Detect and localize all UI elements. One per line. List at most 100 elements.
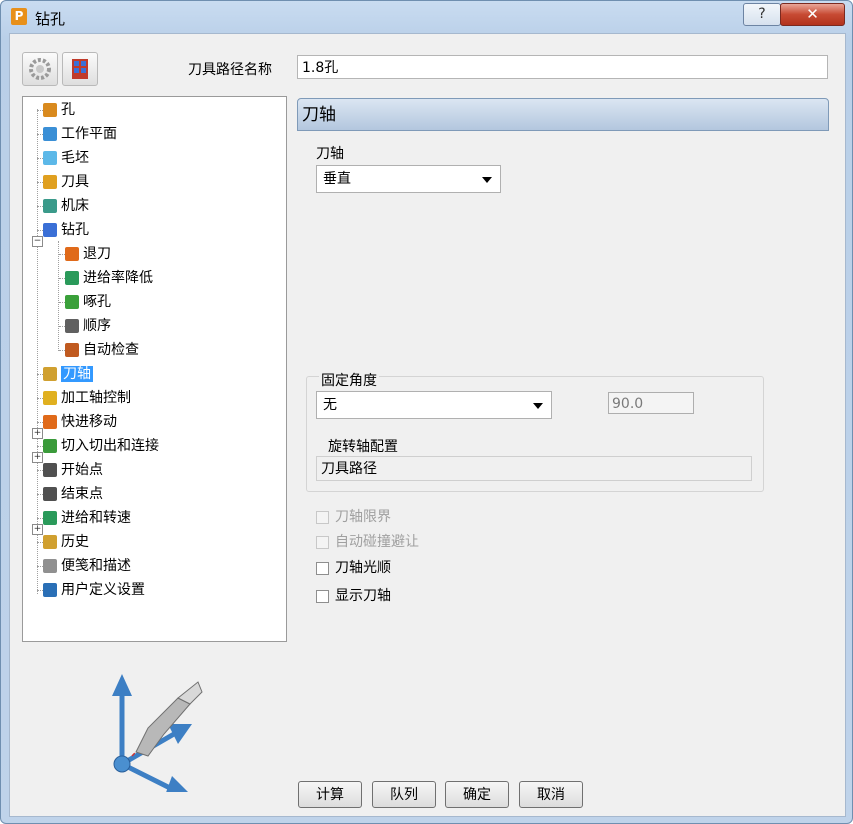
fixed-angle-label: 固定角度	[319, 370, 379, 390]
tool-axis-icon	[43, 367, 57, 381]
expander-drilling[interactable]: −	[32, 236, 43, 247]
chevron-down-icon	[482, 177, 492, 183]
toolpath-name-input[interactable]: 1.8孔	[297, 55, 828, 79]
tree-item-label: 工作平面	[61, 126, 117, 142]
tree-item-retract[interactable]: 退刀	[65, 243, 111, 265]
window-title: 钻孔	[35, 10, 66, 28]
peck-icon	[65, 295, 79, 309]
fixed-angle-value: 无	[323, 397, 337, 413]
close-button[interactable]: ✕	[780, 3, 845, 26]
dialog-body: 刀具路径名称 1.8孔 − + + + 孔工作平面 毛坯 刀具 机床 钻孔 退刀 进给率降低…	[9, 33, 846, 817]
tree-item-leads-links[interactable]: 切入切出和连接	[43, 435, 159, 457]
checkbox-label: 刀轴限界	[335, 509, 391, 525]
expander-leads-links[interactable]: +	[32, 452, 43, 463]
tree-item-label: 便笺和描述	[61, 558, 131, 574]
calculate-button[interactable]: 计算	[298, 781, 362, 808]
block-icon	[43, 151, 57, 165]
tool-axis-label: 刀轴	[316, 146, 344, 162]
tree-item-label: 快进移动	[61, 414, 117, 430]
hole-icon	[43, 103, 57, 117]
notes-icon	[43, 559, 57, 573]
tree-item-tool-axis[interactable]: 刀轴	[43, 363, 93, 385]
tree-item-drilling[interactable]: 钻孔	[43, 219, 89, 241]
end-point-icon	[43, 487, 57, 501]
tree-item-notes[interactable]: 便笺和描述	[43, 555, 131, 577]
cancel-button[interactable]: 取消	[519, 781, 583, 808]
tree-item-label: 退刀	[83, 246, 111, 262]
tree-item-start-point[interactable]: 开始点	[43, 459, 103, 481]
checkbox-box	[316, 561, 329, 575]
tree-item-label: 孔	[61, 102, 75, 118]
title-bar[interactable]: P 钻孔 ? ✕	[1, 1, 852, 33]
leads-links-icon	[43, 439, 57, 453]
dialog-window: P 钻孔 ? ✕ 刀具路径名称 1.8孔 − + + + 孔 工作平面 毛坯 刀…	[0, 0, 853, 824]
tree-item-machine[interactable]: 机床	[43, 195, 89, 217]
queue-button[interactable]: 队列	[372, 781, 436, 808]
checkbox-label: 自动碰撞避让	[335, 534, 419, 550]
gear-icon	[29, 58, 51, 80]
tool-axis-smoothing-checkbox[interactable]: 刀轴光顺	[316, 558, 391, 578]
tree-item-peck[interactable]: 啄孔	[65, 291, 111, 313]
tree-item-label: 进给和转速	[61, 510, 131, 526]
tree-item-hole[interactable]: 孔	[43, 99, 75, 121]
section-header: 刀轴	[297, 98, 829, 131]
checkbox-box	[316, 589, 329, 603]
tree-item-label: 钻孔	[61, 222, 89, 238]
ok-button[interactable]: 确定	[445, 781, 509, 808]
tree-item-label: 切入切出和连接	[61, 438, 159, 454]
tree-item-block[interactable]: 毛坯	[43, 147, 89, 169]
auto-check-icon	[65, 343, 79, 357]
chevron-down-icon	[533, 403, 543, 409]
tree-item-label: 加工轴控制	[61, 390, 131, 406]
checkbox-label: 刀轴光顺	[335, 560, 391, 576]
strategy-grid-icon	[72, 59, 88, 79]
tree-item-label: 结束点	[61, 486, 103, 502]
expander-rapid-move[interactable]: +	[32, 428, 43, 439]
feed-reduce-icon	[65, 271, 79, 285]
tree-item-user-settings[interactable]: 用户定义设置	[43, 579, 145, 601]
tree-item-label: 用户定义设置	[61, 582, 145, 598]
tree-item-auto-check[interactable]: 自动检查	[65, 339, 139, 361]
strategy-tree: − + + + 孔工作平面毛坯刀具机床钻孔退刀进给率降低啄孔顺序自动检查刀轴加工…	[22, 96, 287, 642]
tree-item-label: 刀轴	[61, 366, 93, 382]
strategy-grid-button[interactable]	[62, 52, 98, 86]
tree-item-history[interactable]: 历史	[43, 531, 89, 553]
tree-item-rapid-move[interactable]: 快进移动	[43, 411, 117, 433]
show-tool-axis-checkbox[interactable]: 显示刀轴	[316, 586, 391, 606]
tree-item-workplane[interactable]: 工作平面	[43, 123, 117, 145]
tool-axis-value: 垂直	[323, 171, 351, 187]
history-icon	[43, 535, 57, 549]
tree-item-label: 自动检查	[83, 342, 139, 358]
tree-item-label: 毛坯	[61, 150, 89, 166]
settings-gear-button[interactable]	[22, 52, 58, 86]
tree-item-label: 啄孔	[83, 294, 111, 310]
feeds-speeds-icon	[43, 511, 57, 525]
tree-item-label: 刀具	[61, 174, 89, 190]
order-icon	[65, 319, 79, 333]
tree-item-end-point[interactable]: 结束点	[43, 483, 103, 505]
tree-item-label: 历史	[61, 534, 89, 550]
tool-axis-limits-checkbox[interactable]: 刀轴限界	[316, 507, 391, 527]
expander-feeds-speeds[interactable]: +	[32, 524, 43, 535]
drilling-icon	[43, 223, 57, 237]
retract-icon	[65, 247, 79, 261]
tree-item-axis-control[interactable]: 加工轴控制	[43, 387, 131, 409]
fixed-angle-select[interactable]: 无	[316, 391, 552, 419]
checkbox-box	[316, 510, 329, 524]
tree-item-label: 进给率降低	[83, 270, 153, 286]
tool-axis-select[interactable]: 垂直	[316, 165, 501, 193]
angle-input[interactable]: 90.0	[608, 392, 694, 414]
tree-item-feed-reduce[interactable]: 进给率降低	[65, 267, 153, 289]
tree-item-order[interactable]: 顺序	[65, 315, 111, 337]
tree-item-tool[interactable]: 刀具	[43, 171, 89, 193]
tree-item-label: 顺序	[83, 318, 111, 334]
workplane-icon	[43, 127, 57, 141]
checkbox-box	[316, 535, 329, 549]
machine-icon	[43, 199, 57, 213]
tree-item-feeds-speeds[interactable]: 进给和转速	[43, 507, 131, 529]
start-point-icon	[43, 463, 57, 477]
user-settings-icon	[43, 583, 57, 597]
auto-collision-avoid-checkbox[interactable]: 自动碰撞避让	[316, 532, 419, 552]
app-icon: P	[11, 8, 27, 25]
help-button[interactable]: ?	[743, 3, 781, 26]
